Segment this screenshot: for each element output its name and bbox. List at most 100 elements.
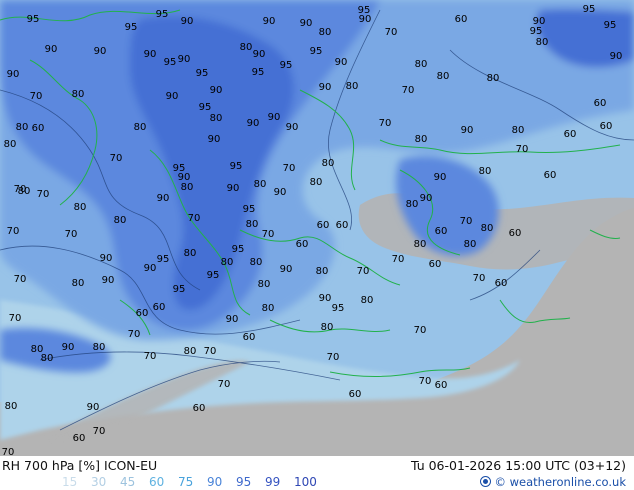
isoline-value-label: 90 (610, 51, 623, 62)
isoline-value-label: 95 (583, 4, 596, 15)
credit-link[interactable]: © weatheronline.co.uk (480, 475, 626, 489)
legend-entry: 15 (62, 475, 78, 489)
isoline-value-label: 90 (319, 82, 332, 93)
legend-entry: 75 (178, 475, 194, 489)
isoline-value-label: 80 (536, 37, 549, 48)
isoline-value-label: 80 (415, 134, 428, 145)
isoline-value-label: 60 (317, 220, 330, 231)
valid-time: Tu 06-01-2026 15:00 UTC (03+12) (410, 458, 626, 473)
isoline-value-label: 70 (419, 376, 432, 387)
isoline-value-label: 70 (93, 426, 106, 437)
isoline-value-label: 60 (296, 239, 309, 250)
isoline-value-label: 80 (250, 257, 263, 268)
isoline-value-label: 90 (461, 125, 474, 136)
info-bar: RH 700 hPa [%] ICON-EU Tu 06-01-2026 15:… (0, 456, 634, 490)
isoline-value-label: 70 (283, 163, 296, 174)
isoline-value-label: 70 (144, 351, 157, 362)
isoline-value-label: 60 (594, 98, 607, 109)
isoline-value-label: 60 (32, 123, 45, 134)
isoline-value-label: 60 (564, 129, 577, 140)
isoline-value-label: 80 (4, 139, 17, 150)
isoline-value-label: 80 (415, 59, 428, 70)
isoline-value-label: 80 (258, 279, 271, 290)
isoline-value-label: 80 (322, 158, 335, 169)
isoline-value-label: 80 (221, 257, 234, 268)
isoline-value-label: 70 (65, 229, 78, 240)
isoline-value-label: 60 (435, 226, 448, 237)
isoline-value-label: 70 (218, 379, 231, 390)
isoline-value-label: 95 (252, 67, 265, 78)
isoline-value-label: 90 (286, 122, 299, 133)
isoline-value-label: 90 (166, 91, 179, 102)
isoline-value-label: 80 (5, 401, 18, 412)
isoline-value-label: 80 (210, 113, 223, 124)
isoline-value-label: 95 (164, 57, 177, 68)
isoline-value-label: 80 (181, 182, 194, 193)
isoline-value-label: 60 (73, 433, 86, 444)
isoline-value-label: 70 (2, 447, 15, 456)
isoline-value-label: 95 (207, 270, 220, 281)
isoline-value-label: 80 (512, 125, 525, 136)
isoline-value-label: 60 (600, 121, 613, 132)
isoline-value-label: 90 (210, 85, 223, 96)
isoline-value-label: 80 (74, 202, 87, 213)
legend-entry: 95 (236, 475, 252, 489)
isoline-value-label: 95 (243, 204, 256, 215)
isoline-value-label: 80 (246, 219, 259, 230)
isoline-value-label: 90 (227, 183, 240, 194)
isoline-value-label: 70 (262, 229, 275, 240)
isoline-value-label: 60 (153, 302, 166, 313)
isoline-value-label: 90 (94, 46, 107, 57)
isoline-value-label: 90 (100, 253, 113, 264)
legend-entry: 90 (207, 475, 223, 489)
isoline-value-label: 80 (414, 239, 427, 250)
isoline-value-label: 80 (18, 186, 31, 197)
isoline-value-label: 70 (414, 325, 427, 336)
isoline-value-label: 70 (473, 273, 486, 284)
isoline-value-label: 80 (134, 122, 147, 133)
isoline-value-label: 95 (27, 14, 40, 25)
isoline-value-label: 70 (14, 274, 27, 285)
isoline-value-label: 80 (464, 239, 477, 250)
isoline-value-label: 95 (199, 102, 212, 113)
isoline-value-label: 80 (16, 122, 29, 133)
color-legend: 15 30 45 60 75 90 95 99 100 (62, 475, 323, 489)
isoline-value-label: 90 (300, 18, 313, 29)
isoline-value-label: 70 (460, 216, 473, 227)
isoline-value-label: 90 (280, 264, 293, 275)
isoline-value-label: 80 (406, 199, 419, 210)
isoline-value-label: 90 (268, 112, 281, 123)
isoline-value-label: 95 (310, 46, 323, 57)
isoline-value-label: 60 (429, 259, 442, 270)
isoline-value-label: 70 (327, 352, 340, 363)
legend-entry: 60 (149, 475, 165, 489)
isoline-value-label: 70 (392, 254, 405, 265)
isoline-value-label: 95 (173, 284, 186, 295)
isoline-value-label: 90 (247, 118, 260, 129)
legend-entry: 30 (91, 475, 107, 489)
isoline-value-label: 90 (178, 54, 191, 65)
isoline-value-label: 80 (184, 346, 197, 357)
rh-700hpa-map: 95959590 90 90959080 7060 9095959590 90 9095 90… (0, 0, 634, 456)
isoline-value-label: 90 (263, 16, 276, 27)
isoline-value-label: 90 (335, 57, 348, 68)
isoline-value-label: 80 (310, 177, 323, 188)
isoline-value-label: 90 (226, 314, 239, 325)
legend-entry: 45 (120, 475, 136, 489)
isoline-value-label: 80 (319, 27, 332, 38)
isoline-value-label: 70 (9, 313, 22, 324)
isoline-value-label: 70 (379, 118, 392, 129)
isoline-value-label: 80 (262, 303, 275, 314)
isoline-value-label: 90 (144, 49, 157, 60)
isoline-value-label: 90 (420, 193, 433, 204)
isoline-value-label: 80 (114, 215, 127, 226)
isoline-value-label: 60 (136, 308, 149, 319)
isoline-value-label: 70 (37, 189, 50, 200)
isoline-value-label: 95 (530, 26, 543, 37)
isoline-value-label: 90 (144, 263, 157, 274)
isoline-value-label: 80 (346, 81, 359, 92)
isoline-value-label: 80 (437, 71, 450, 82)
isoline-value-label: 90 (359, 14, 372, 25)
isoline-value-label: 70 (7, 226, 20, 237)
isoline-value-label: 90 (208, 134, 221, 145)
